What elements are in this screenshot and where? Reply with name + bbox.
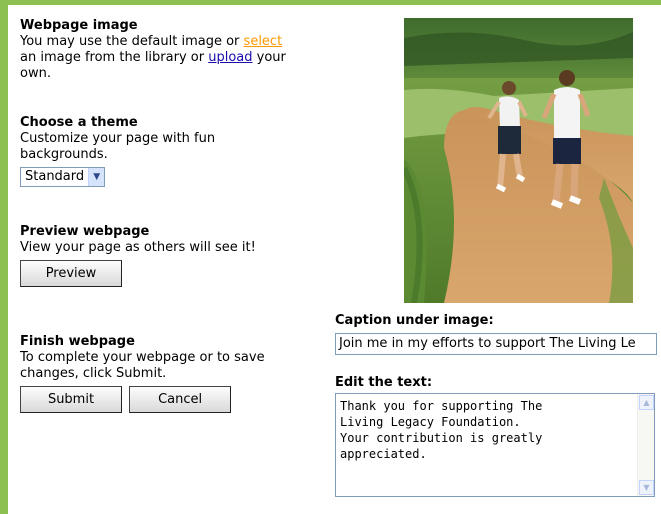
frame-left-border	[0, 0, 8, 514]
frame-top-border	[0, 0, 661, 5]
upload-link[interactable]: upload	[208, 50, 252, 65]
caption-label: Caption under image:	[335, 313, 494, 328]
theme-select-value: Standard	[25, 169, 85, 184]
preview-section-description: View your page as others will see it!	[20, 240, 256, 255]
edit-text-label: Edit the text:	[335, 375, 433, 390]
theme-section: Choose a theme Customize your page with …	[20, 115, 295, 187]
preview-section: Preview webpage View your page as others…	[20, 224, 295, 287]
image-section-text: You may use the default image or select …	[20, 34, 286, 81]
preview-button[interactable]: Preview	[20, 260, 122, 287]
textarea-scrollbar[interactable]: ▲ ▼	[637, 394, 654, 496]
scroll-down-icon[interactable]: ▼	[639, 480, 654, 495]
select-link[interactable]: select	[244, 34, 283, 49]
theme-select[interactable]: Standard ▼	[20, 167, 106, 187]
image-section-title: Webpage image	[20, 18, 138, 33]
scroll-up-icon[interactable]: ▲	[639, 395, 654, 410]
image-section: Webpage image You may use the default im…	[20, 18, 295, 82]
theme-section-title: Choose a theme	[20, 115, 138, 130]
finish-section-description: To complete your webpage or to save chan…	[20, 350, 265, 381]
preview-section-title: Preview webpage	[20, 224, 150, 239]
edit-text-area[interactable]: Thank you for supporting The Living Lega…	[335, 393, 655, 497]
finish-section: Finish webpage To complete your webpage …	[20, 334, 295, 413]
chevron-down-icon[interactable]: ▼	[88, 168, 105, 186]
submit-button[interactable]: Submit	[20, 386, 122, 413]
edit-text-content[interactable]: Thank you for supporting The Living Lega…	[340, 398, 632, 462]
finish-section-title: Finish webpage	[20, 334, 135, 349]
theme-section-description: Customize your page with fun backgrounds…	[20, 131, 216, 162]
webpage-photo	[404, 18, 633, 303]
cancel-button[interactable]: Cancel	[129, 386, 232, 413]
caption-input[interactable]: Join me in my efforts to support The Liv…	[335, 333, 657, 355]
